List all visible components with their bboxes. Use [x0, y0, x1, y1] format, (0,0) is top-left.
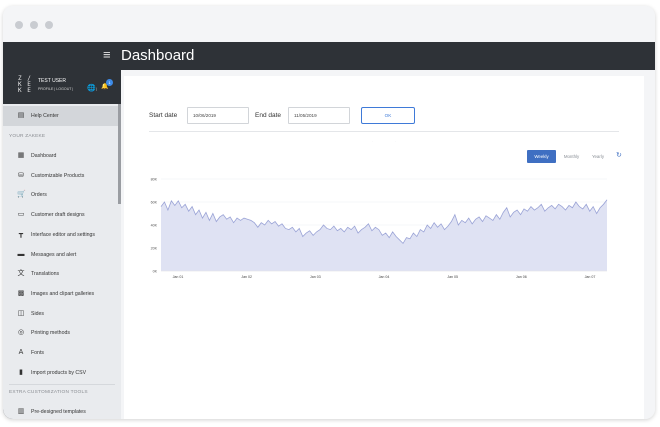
sidebar-item-help-center[interactable]: ▤ Help Center: [3, 106, 118, 126]
sidebar-item-import-csv[interactable]: ▮ Import products by CSV: [3, 363, 118, 383]
user-name: TEST USER: [38, 78, 66, 84]
start-date-input[interactable]: 10/06/2019: [187, 107, 249, 124]
app-window: ≡ Dashboard Z / K E K E TEST USER PROFIL…: [3, 6, 655, 419]
sidebar-item-interface-editor[interactable]: ┳ Interface editor and settings: [3, 225, 118, 245]
notification-badge: 1: [106, 79, 113, 86]
templates-icon: ▥: [17, 408, 25, 415]
window-dot-minimize[interactable]: [30, 21, 38, 29]
sidebar-item-customer-draft-designs[interactable]: ▭ Customer draft designs: [3, 205, 118, 225]
globe-icon[interactable]: 🌐: [87, 85, 96, 93]
x-tick-label: Jan 01: [173, 275, 184, 279]
basket-icon: ⛁: [18, 171, 24, 179]
ok-button[interactable]: OK: [361, 107, 415, 124]
user-links[interactable]: PROFILE | LOGOUT |: [38, 87, 73, 92]
sidebar-item-pre-designed-templates[interactable]: ▥ Pre-designed templates: [3, 402, 118, 419]
sidebar-item-label: Sides: [31, 310, 44, 317]
sidebar-item-label: Orders: [31, 192, 47, 199]
main-content: Start date 10/06/2019 End date 11/05/201…: [121, 70, 655, 419]
tab-monthly[interactable]: Monthly: [558, 150, 585, 163]
filter-divider: [149, 131, 619, 132]
sidebar-item-label: Printing methods: [31, 330, 70, 337]
paint-roller-icon: ┳: [18, 230, 24, 238]
y-tick-label: 80K: [151, 178, 158, 182]
sidebar-item-label: Messages and alert: [31, 251, 77, 258]
sidebar-item-label: Dashboard: [31, 153, 57, 159]
sidebar-item-dashboard[interactable]: ▦ Dashboard: [3, 146, 118, 166]
y-tick-label: 60K: [151, 201, 158, 205]
sales-area-chart: 0K 20K 40K 60K 80K Jan 01 Jan 02 Jan 03 Jan 04 Ja…: [151, 178, 608, 279]
page-title: Dashboard: [121, 47, 195, 64]
sidebar-item-printing-methods[interactable]: ◎ Printing methods: [3, 323, 118, 343]
series-area: [161, 199, 607, 271]
sidebar-item-label: Help Center: [31, 113, 59, 119]
sidebar-item-customizable-products[interactable]: ⛁ Customizable Products: [3, 166, 118, 186]
faint-mark: ·: [395, 139, 396, 143]
y-tick-label: 40K: [151, 224, 158, 228]
y-tick-label: 20K: [151, 247, 158, 251]
message-icon: ▬: [17, 250, 25, 258]
x-tick-label: Jan 02: [241, 275, 252, 279]
sidebar-menu: ▤ Help Center YOUR ZAKEKE ▦ Dashboard ⛁ …: [3, 104, 121, 419]
sidebar-item-images-galleries[interactable]: ▩ Images and clipart galleries: [3, 284, 118, 304]
x-tick-label: Jan 03: [310, 275, 321, 279]
section-your-zakeke: YOUR ZAKEKE: [9, 134, 46, 139]
x-tick-label: Jan 04: [379, 275, 390, 279]
document-icon: ▤: [17, 112, 25, 119]
sidebar-item-translations[interactable]: 文 Translations: [3, 264, 118, 284]
sides-icon: ◫: [17, 309, 25, 317]
sidebar-item-fonts[interactable]: A Fonts: [3, 343, 118, 363]
end-date-input[interactable]: 11/05/2019: [288, 107, 350, 124]
x-tick-label: Jan 06: [516, 275, 527, 279]
cart-icon: 🛒: [17, 191, 26, 199]
window-titlebar: [3, 6, 655, 42]
dashboard-card: Start date 10/06/2019 End date 11/05/201…: [124, 76, 644, 419]
sidebar-item-label: Customer draft designs: [31, 212, 85, 219]
file-icon: ▮: [19, 368, 23, 376]
image-icon: ▩: [17, 289, 25, 297]
sidebar-item-label: Translations: [31, 271, 60, 278]
tab-yearly[interactable]: Yearly: [587, 150, 609, 163]
end-date-label: End date: [255, 112, 282, 119]
draft-icon: ▭: [17, 211, 25, 219]
hamburger-icon[interactable]: ≡: [103, 47, 111, 63]
sidebar-item-label: Customizable Products: [31, 172, 85, 179]
sidebar-item-sides[interactable]: ◫ Sides: [3, 304, 118, 324]
dashboard-icon: ▦: [17, 152, 25, 159]
printing-icon: ◎: [17, 329, 25, 337]
x-tick-label: Jan 07: [585, 275, 596, 279]
section-divider: [9, 384, 115, 385]
x-tick-label: Jan 05: [447, 275, 458, 279]
window-dot-close[interactable]: [15, 21, 23, 29]
translate-icon: 文: [17, 270, 25, 278]
top-bar: ≡ Dashboard: [3, 42, 655, 70]
sidebar-item-messages[interactable]: ▬ Messages and alert: [3, 245, 118, 265]
start-date-label: Start date: [149, 112, 178, 119]
sidebar-item-label: Interface editor and settings: [31, 231, 96, 238]
zakeke-logo: Z / K E K E: [18, 75, 32, 94]
sidebar-item-label: Pre-designed templates: [31, 409, 86, 415]
faint-mark: ·: [372, 139, 373, 143]
sidebar-item-label: Fonts: [31, 350, 44, 356]
tab-weekly[interactable]: Weekly: [527, 150, 556, 163]
y-tick-label: 0K: [153, 270, 158, 274]
sidebar: Z / K E K E TEST USER PROFILE | LOGOUT |…: [3, 70, 121, 419]
section-extra-tools: EXTRA CUSTOMIZATION TOOLS: [9, 390, 88, 395]
refresh-icon[interactable]: ↻: [616, 152, 622, 160]
font-icon: A: [18, 349, 24, 356]
sidebar-item-orders[interactable]: 🛒 Orders: [3, 185, 118, 205]
window-dot-maximize[interactable]: [45, 21, 53, 29]
sidebar-item-label: Images and clipart galleries: [31, 290, 95, 297]
sidebar-item-label: Import products by CSV: [31, 369, 87, 376]
user-panel: Z / K E K E TEST USER PROFILE | LOGOUT |…: [3, 70, 121, 104]
separator: |: [96, 86, 98, 91]
